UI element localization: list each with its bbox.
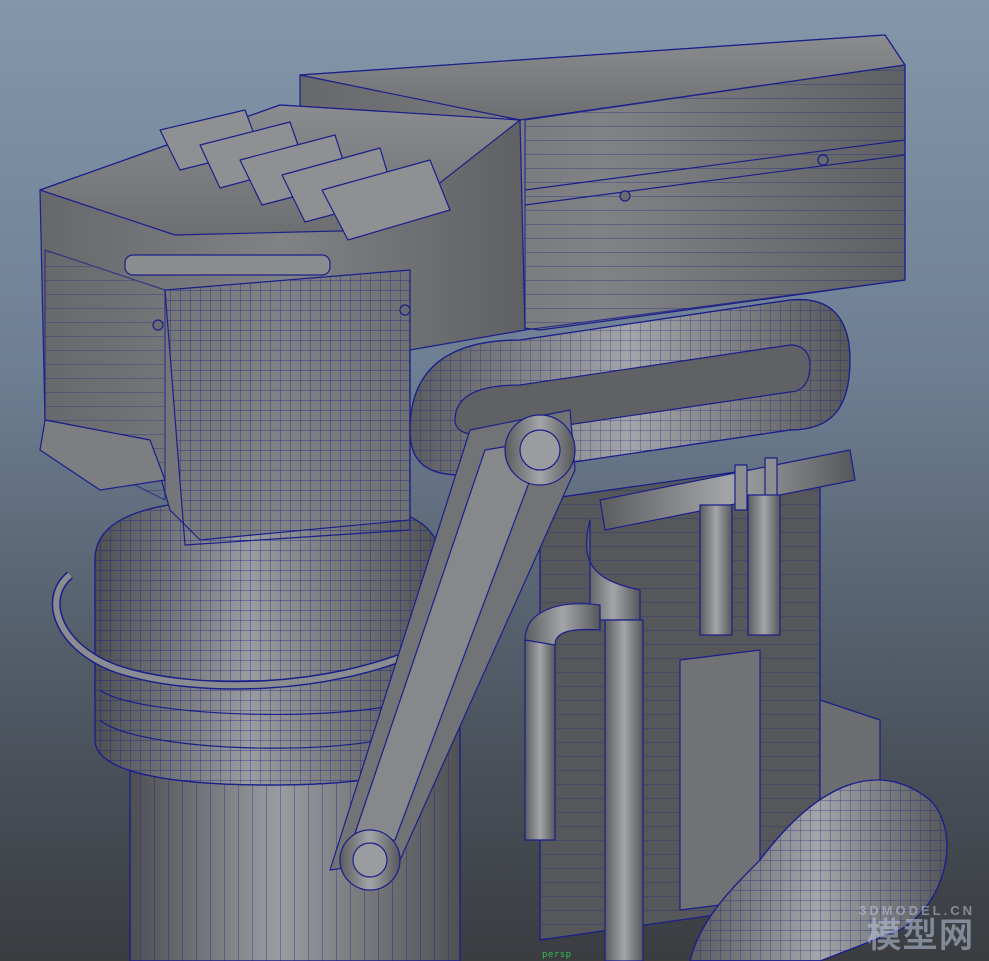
camera-label: persp	[542, 950, 572, 960]
maya-viewport[interactable]: 3DMODEL.CN 模型网 persp	[0, 0, 989, 961]
wireframe-model[interactable]	[0, 0, 989, 961]
front-handle	[124, 254, 331, 276]
